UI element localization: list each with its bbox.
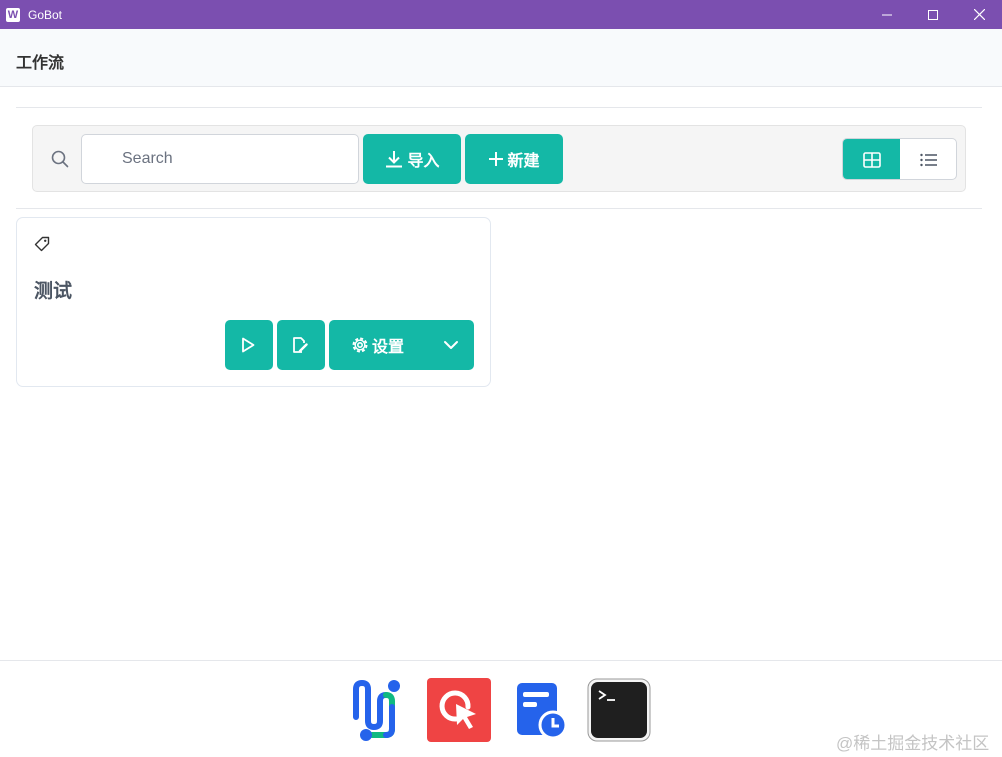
app-logo-icon: W (6, 7, 20, 22)
new-workflow-button[interactable]: 新建 (465, 134, 563, 184)
gear-icon (352, 337, 368, 353)
run-workflow-button[interactable] (225, 320, 273, 370)
maximize-icon (928, 9, 938, 20)
close-button[interactable] (956, 0, 1002, 29)
dock-item-schedule[interactable] (506, 677, 572, 743)
settings-button[interactable]: 设置 (351, 320, 404, 370)
chevron-down-icon (443, 341, 458, 349)
edit-icon (292, 337, 308, 353)
click-app-icon (427, 678, 491, 742)
edit-workflow-button[interactable] (277, 320, 325, 370)
page-title: 工作流 (16, 55, 65, 72)
dock-item-workflow[interactable] (346, 677, 412, 743)
terminal-app-icon (587, 678, 651, 742)
search-icon (51, 150, 69, 173)
toolbar: 导入 新建 (32, 125, 966, 192)
dock-item-click[interactable] (426, 677, 492, 743)
settings-label: 设置 (372, 339, 405, 356)
play-icon (241, 337, 254, 353)
maximize-button[interactable] (910, 0, 956, 29)
import-button[interactable]: 导入 (363, 134, 461, 184)
plus-icon (489, 152, 504, 166)
page-header: 工作流 (0, 29, 1002, 87)
minimize-button[interactable] (864, 0, 910, 29)
grid-icon (862, 152, 881, 168)
tag-icon (34, 236, 50, 257)
new-label: 新建 (507, 153, 540, 170)
grid-view-button[interactable] (843, 139, 900, 179)
schedule-app-icon (517, 683, 568, 740)
close-icon (973, 9, 985, 20)
dock-item-terminal[interactable] (586, 677, 652, 743)
view-mode-toggle (842, 138, 957, 180)
download-icon (386, 151, 403, 168)
list-view-button[interactable] (900, 139, 956, 179)
window-titlebar: W GoBot (0, 0, 1002, 29)
minimize-icon (882, 14, 892, 15)
import-label: 导入 (407, 153, 440, 170)
workflow-name: 测试 (34, 281, 73, 302)
list-icon (919, 153, 937, 167)
workflow-card: 测试 设置 (16, 217, 491, 387)
window-title: GoBot (28, 7, 63, 22)
search-input[interactable] (81, 134, 359, 184)
settings-split-button[interactable]: 设置 (329, 320, 474, 370)
workflow-app-icon (353, 679, 400, 741)
settings-dropdown-toggle[interactable] (439, 320, 465, 370)
watermark: @稀土掘金技术社区 (836, 734, 990, 753)
toolbar-panel: 导入 新建 (16, 107, 982, 209)
